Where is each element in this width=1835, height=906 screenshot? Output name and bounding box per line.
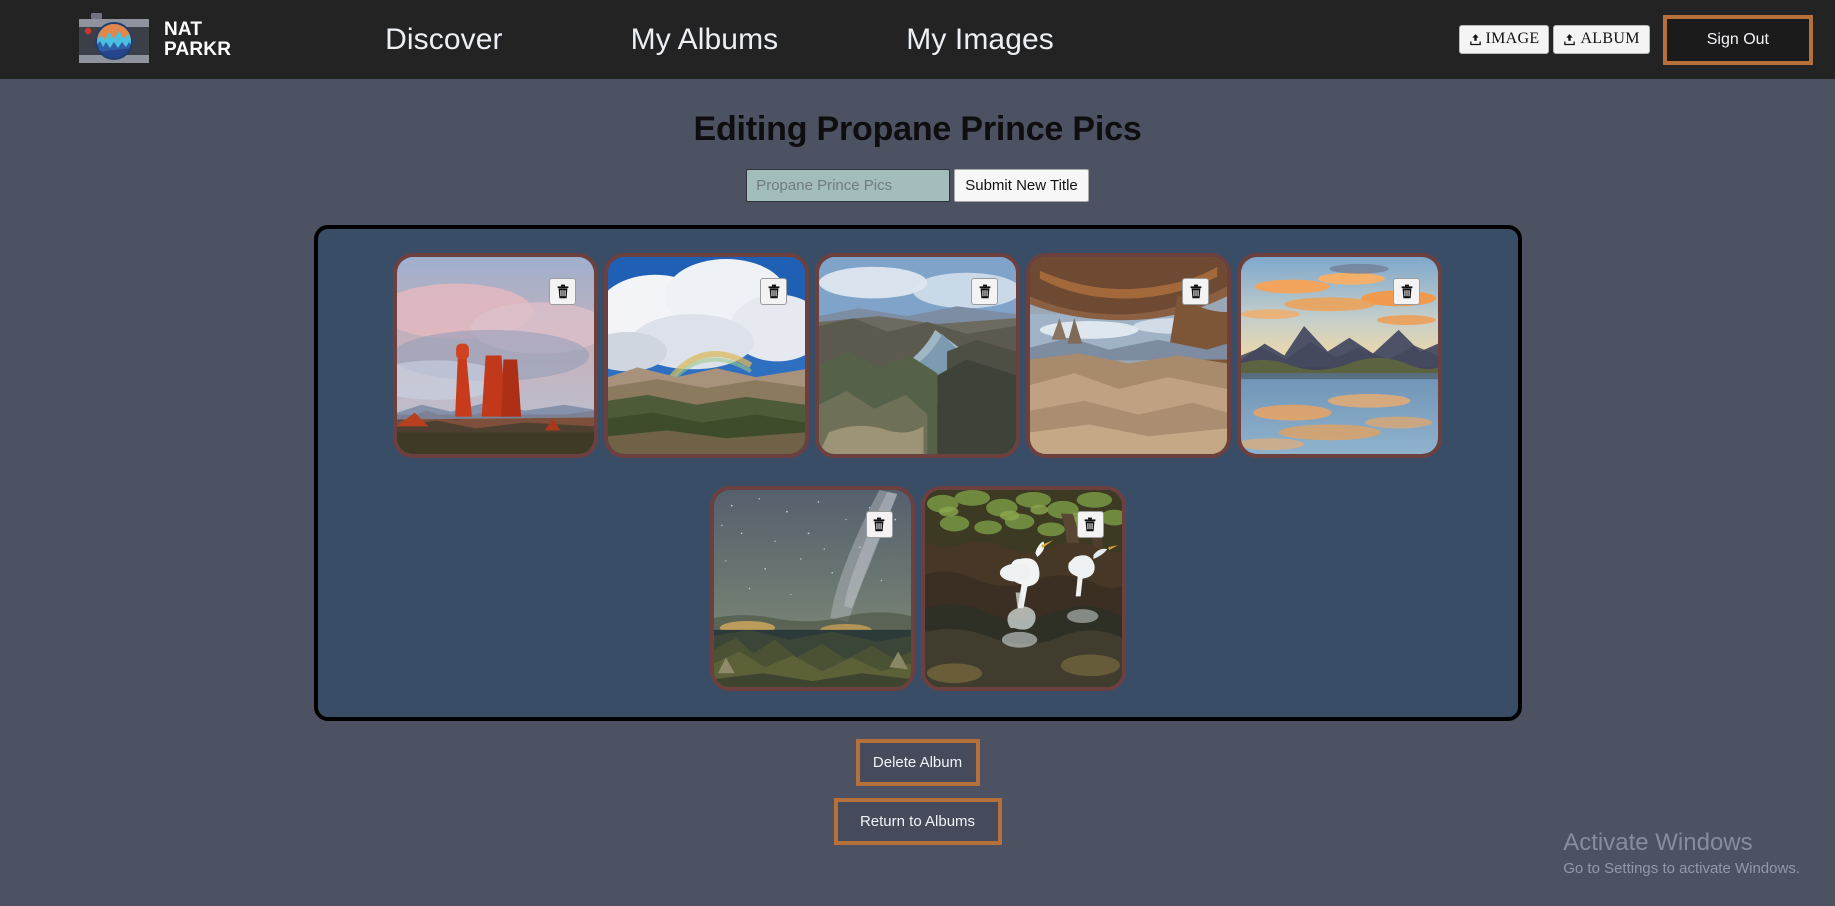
photo-card[interactable] [1237, 253, 1442, 458]
album-photo-container [313, 225, 1522, 721]
delete-photo-button[interactable] [865, 511, 893, 538]
watermark-subtitle: Go to Settings to activate Windows. [1563, 859, 1800, 877]
photo-row-2 [340, 486, 1496, 691]
trash-icon [873, 517, 885, 532]
trash-icon [1401, 284, 1412, 299]
upload-album-button[interactable]: ALBUM [1553, 25, 1650, 54]
submit-new-title-button[interactable]: Submit New Title [954, 169, 1089, 202]
photo-card[interactable] [815, 253, 1020, 458]
return-to-albums-button[interactable]: Return to Albums [833, 798, 1002, 845]
nav-actions: IMAGE ALBUM Sign Out [1458, 14, 1813, 65]
delete-photo-button[interactable] [1393, 278, 1420, 305]
brand-logo[interactable]: NAT PARKR [75, 12, 231, 68]
nav-link-discover[interactable]: Discover [385, 23, 503, 57]
trash-icon [1084, 517, 1096, 532]
upload-icon [1469, 33, 1482, 46]
delete-photo-button[interactable] [1182, 278, 1209, 305]
album-title-input[interactable] [746, 169, 951, 202]
upload-image-label: IMAGE [1485, 30, 1540, 47]
photo-card[interactable] [604, 253, 809, 458]
upload-image-button[interactable]: IMAGE [1458, 25, 1550, 54]
photo-card[interactable] [1026, 253, 1231, 458]
page-title: Editing Propane Prince Pics [693, 110, 1142, 148]
top-navigation-bar: NAT PARKR Discover My Albums My Images I… [0, 0, 1835, 79]
photo-card[interactable] [393, 253, 598, 458]
album-actions: Delete Album Return to Albums [0, 739, 1835, 845]
upload-icon [1563, 33, 1576, 46]
nav-link-my-images[interactable]: My Images [906, 23, 1054, 57]
trash-icon [979, 284, 990, 299]
nav-link-my-albums[interactable]: My Albums [631, 23, 779, 57]
upload-button-group: IMAGE ALBUM [1458, 25, 1650, 54]
trash-icon [1190, 284, 1201, 299]
brand-name: NAT PARKR [164, 19, 232, 60]
windows-activation-watermark: Activate Windows Go to Settings to activ… [1563, 828, 1800, 881]
delete-album-button[interactable]: Delete Album [855, 739, 980, 786]
trash-icon [768, 284, 779, 299]
delete-photo-button[interactable] [549, 278, 576, 305]
delete-photo-button[interactable] [1076, 511, 1104, 538]
watermark-title: Activate Windows [1563, 828, 1753, 856]
photo-card[interactable] [709, 486, 915, 691]
camera-icon [75, 12, 153, 68]
delete-photo-button[interactable] [971, 278, 998, 305]
photo-row-1 [340, 253, 1496, 458]
album-title-form: Submit New Title [0, 169, 1835, 202]
delete-photo-button[interactable] [760, 278, 787, 305]
photo-card[interactable] [920, 486, 1126, 691]
sign-out-button[interactable]: Sign Out [1662, 14, 1813, 65]
primary-nav: Discover My Albums My Images [385, 23, 1054, 57]
trash-icon [557, 284, 568, 299]
upload-album-label: ALBUM [1580, 30, 1640, 47]
